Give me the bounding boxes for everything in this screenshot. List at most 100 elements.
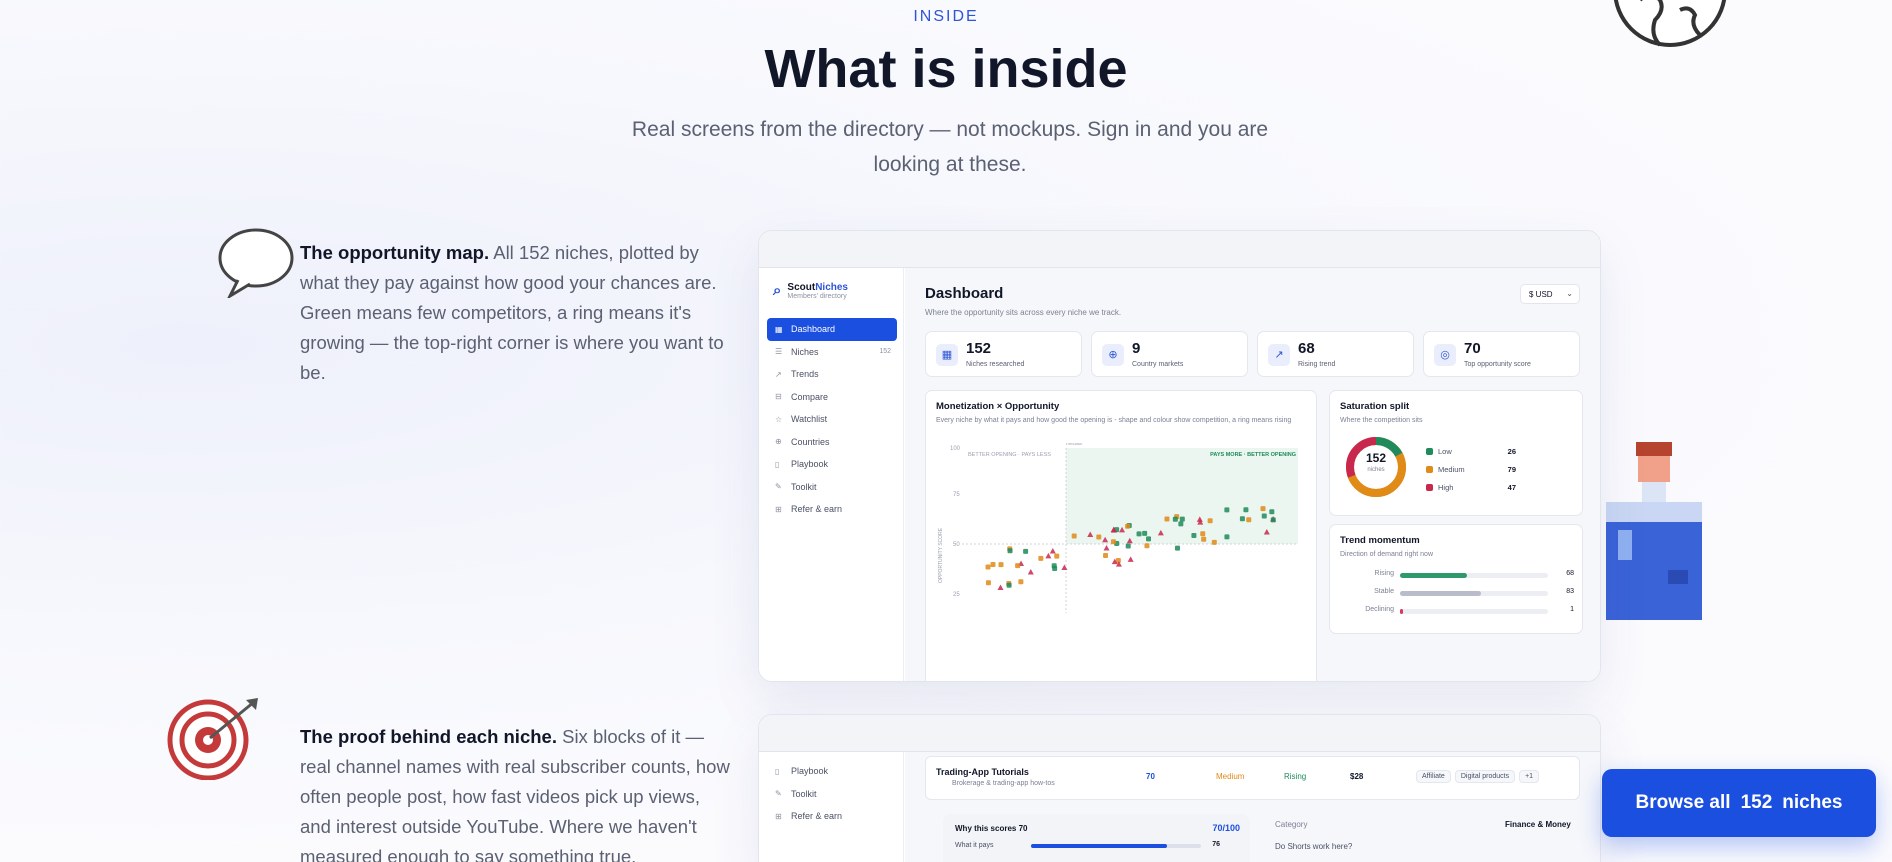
momentum-bar: [1400, 609, 1403, 614]
scatter-point: [1027, 569, 1034, 575]
scatter-point: [1007, 548, 1013, 554]
sidebar-item-toolkit[interactable]: ✎ Toolkit: [767, 783, 897, 806]
stat-value: 70: [1464, 340, 1481, 357]
legend-item-high: High 47: [1426, 483, 1516, 492]
scatter-point: [1136, 531, 1142, 537]
scatter-point: [1038, 555, 1044, 561]
section-title: What is inside: [764, 39, 1128, 99]
globe-small-icon: ⊕: [1102, 344, 1124, 366]
sidebar-item-label: Toolkit: [791, 788, 817, 799]
scatter-point: [1127, 556, 1134, 562]
legend-label: Medium: [1438, 465, 1465, 474]
tag: +1: [1519, 770, 1540, 783]
scatter-point: [1071, 533, 1077, 539]
sidebar-item-label: Playbook: [791, 459, 829, 470]
sidebar-item-trends[interactable]: ↗ Trends: [767, 363, 897, 386]
feature-lead: The opportunity map.: [300, 242, 490, 263]
scatter-point: [1260, 506, 1266, 512]
sidebar-item-label: Compare: [791, 391, 829, 402]
scatter-point: [1164, 516, 1170, 522]
sidebar-item-refer[interactable]: ⊞ Refer & earn: [767, 498, 897, 521]
sidebar-nav: ▦ Dashboard ☰ Niches 152 ↗ Trends ⊟ Compare ☆…: [767, 318, 897, 521]
tag: Affiliate: [1416, 770, 1451, 783]
niche-rpm: $28: [1350, 772, 1364, 781]
breakdown-bar-fill: [1031, 844, 1167, 848]
saturation-card: Saturation split Where the competition s…: [1329, 390, 1583, 516]
scatter-point: [1103, 553, 1109, 559]
y-tick: 25: [953, 592, 960, 598]
gift-icon: ⊞: [775, 504, 782, 514]
globe-small-icon: ⊕: [775, 437, 782, 447]
scatter-point: [1144, 543, 1150, 549]
quadrant-label-right: PAYS MORE · BETTER OPENING: [1210, 452, 1296, 458]
scatter-point: [1096, 534, 1102, 540]
sidebar-item-refer[interactable]: ⊞ Refer & earn: [767, 805, 897, 828]
niche-row[interactable]: Trading-App Tutorials Brokerage & tradin…: [925, 756, 1580, 800]
scatter-point: [1246, 517, 1252, 523]
sidebar-item-dashboard[interactable]: ▦ Dashboard: [767, 318, 897, 341]
sidebar-item-niches[interactable]: ☰ Niches 152: [767, 341, 897, 364]
scatter-point: [1191, 533, 1197, 539]
sidebar-item-label: Toolkit: [791, 481, 817, 492]
sidebar-item-label: Refer & earn: [791, 504, 843, 515]
niche-score: 70: [1146, 772, 1155, 781]
scatter-point: [1270, 517, 1276, 523]
target-dart-icon: [167, 698, 258, 780]
scatter-point: [1052, 566, 1058, 572]
currency-select[interactable]: $ USD ⌄: [1520, 284, 1580, 304]
scatter-point: [1178, 521, 1184, 527]
currency-value: $ USD: [1529, 290, 1553, 299]
score-breakdown-title: Why this scores 70: [955, 824, 1028, 833]
scatter-point: [1054, 553, 1060, 559]
brand-tagline: Members' directory: [787, 293, 847, 300]
scatter-point: [1207, 518, 1213, 524]
book-icon: ▯: [775, 459, 780, 469]
sidebar-item-label: Refer & earn: [791, 811, 843, 822]
trend-icon: ↗: [775, 369, 782, 379]
scatter-point: [998, 562, 1004, 568]
scatter-point: [1142, 530, 1148, 536]
scatter-card: Monetization × Opportunity Every niche b…: [925, 390, 1317, 681]
scatter-point: [1061, 564, 1068, 570]
star-icon: ☆: [775, 414, 783, 424]
feature-opportunity-map: The opportunity map. All 152 niches, plo…: [300, 238, 730, 388]
legend-label: Low: [1438, 447, 1452, 456]
book-icon: ▯: [775, 766, 780, 776]
feature-body: All 152 niches, plotted by what they pay…: [300, 242, 724, 383]
scatter-point: [1174, 545, 1180, 551]
card-title: Monetization × Opportunity: [936, 401, 1060, 412]
stat-label: Country markets: [1132, 361, 1184, 368]
sidebar: ▯ Playbook ✎ Toolkit ⊞ Refer & earn: [759, 752, 904, 862]
score-breakdown: Why this scores 70 70/100 What it pays 7…: [943, 814, 1250, 862]
sidebar-item-toolkit[interactable]: ✎ Toolkit: [767, 476, 897, 499]
scatter-point: [1224, 507, 1230, 513]
momentum-value: 1: [1570, 606, 1574, 613]
card-title: Trend momentum: [1340, 535, 1420, 546]
card-title: Saturation split: [1340, 401, 1410, 412]
card-subtitle: Direction of demand right now: [1340, 551, 1433, 558]
scatter-point: [1103, 544, 1110, 551]
sidebar-item-watchlist[interactable]: ☆ Watchlist: [767, 408, 897, 431]
browse-all-button[interactable]: Browse all 152 niches: [1602, 769, 1876, 837]
sidebar-item-playbook[interactable]: ▯ Playbook: [767, 760, 897, 783]
grid-icon: ▦: [775, 324, 783, 334]
niche-detail-screenshot: ▯ Playbook ✎ Toolkit ⊞ Refer & earn Trading…: [758, 714, 1601, 862]
scatter-plot: median BETTER OPENING · PAYS LESS PAYS M…: [938, 443, 1298, 613]
compare-icon: ⊟: [775, 392, 782, 402]
cta-tail: niches: [1782, 792, 1843, 813]
sidebar-item-compare[interactable]: ⊟ Compare: [767, 386, 897, 409]
stat-value: 9: [1132, 340, 1141, 357]
scatter-point: [985, 564, 991, 570]
scatter-point: [1015, 563, 1021, 569]
card-subtitle: Where the competition sits: [1340, 417, 1423, 424]
legend-value: 79: [1507, 465, 1516, 474]
legend-swatch: [1426, 484, 1433, 491]
category-value: Finance & Money: [1505, 820, 1571, 829]
feature-lead: The proof behind each niche.: [300, 726, 557, 747]
brand-name: Scout: [787, 282, 816, 293]
sidebar-item-playbook[interactable]: ▯ Playbook: [767, 453, 897, 476]
sidebar-item-countries[interactable]: ⊕ Countries: [767, 431, 897, 454]
dashboard-main: Dashboard Where the opportunity sits acr…: [905, 268, 1600, 681]
scatter-point: [990, 561, 996, 567]
brand-name-accent: Niches: [815, 282, 848, 293]
